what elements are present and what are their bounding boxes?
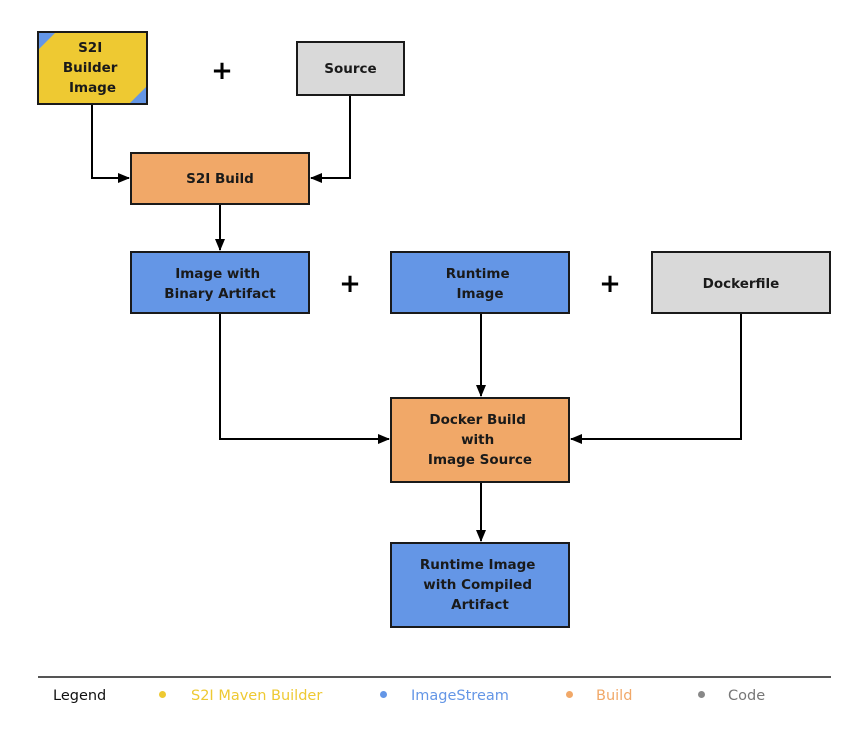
svg-text:S2I Build: S2I Build	[186, 171, 254, 187]
plus-icon: +	[599, 269, 621, 299]
plus-icon: +	[211, 56, 233, 86]
node-label-line: Builder	[63, 60, 118, 76]
node-dockerfile[interactable]: Dockerfile	[651, 251, 831, 314]
node-runtime-image-compiled[interactable]: Runtime Image with Compiled Artifact	[390, 542, 570, 628]
legend-dot-icon	[566, 691, 573, 698]
legend-item-s2i-maven-builder: S2I Maven Builder	[191, 688, 323, 704]
legend-dot-icon	[380, 691, 387, 698]
edge-source-to-s2i-build	[310, 95, 351, 183]
node-label-line: with	[461, 432, 494, 448]
node-runtime-image-box	[390, 251, 570, 314]
legend-item-build: Build	[596, 688, 633, 704]
svg-text:Source: Source	[324, 61, 376, 77]
edge-dockerfile-to-docker-build	[570, 313, 742, 444]
node-label-line: S2I Build	[186, 171, 254, 187]
build-flow-diagram: S2I Builder Image + Source S2I Build Ima…	[37, 31, 831, 628]
node-label-line: Artifact	[451, 597, 509, 613]
legend-item-code: Code	[728, 688, 766, 704]
node-runtime-image[interactable]: Runtime Image	[390, 251, 570, 314]
node-image-with-binary-artifact-box	[130, 251, 310, 314]
node-image-with-binary-artifact[interactable]: Image with Binary Artifact	[130, 251, 310, 314]
node-s2i-builder-image[interactable]: S2I Builder Image	[37, 31, 148, 105]
node-label-line: Source	[324, 61, 376, 77]
node-label-line: Image Source	[428, 452, 532, 468]
node-label-line: Dockerfile	[703, 276, 780, 292]
node-docker-build[interactable]: Docker Build with Image Source	[390, 397, 570, 483]
edge-builder-to-s2i-build	[91, 104, 130, 183]
legend: Legend S2I Maven Builder ImageStream Bui…	[38, 676, 831, 718]
node-label-line: Image	[456, 286, 503, 302]
plus-icon: +	[339, 269, 361, 299]
node-s2i-build[interactable]: S2I Build	[130, 152, 310, 205]
node-label-line: with Compiled	[423, 577, 532, 593]
node-source[interactable]: Source	[296, 41, 405, 96]
node-label-line: Binary Artifact	[164, 286, 276, 302]
node-label-line: S2I	[78, 40, 102, 56]
node-label-line: Runtime Image	[420, 557, 536, 573]
legend-dot-icon	[159, 691, 166, 698]
node-label-line: Image	[69, 80, 116, 96]
edge-binary-image-to-docker-build	[219, 313, 390, 444]
node-label-line: Docker Build	[429, 412, 525, 428]
svg-text:Dockerfile: Dockerfile	[703, 276, 780, 292]
legend-title: Legend	[53, 688, 107, 704]
legend-dot-icon	[698, 691, 705, 698]
node-label-line: Runtime	[446, 266, 510, 282]
legend-item-imagestream: ImageStream	[411, 688, 509, 704]
node-label-line: Image with	[175, 266, 260, 282]
